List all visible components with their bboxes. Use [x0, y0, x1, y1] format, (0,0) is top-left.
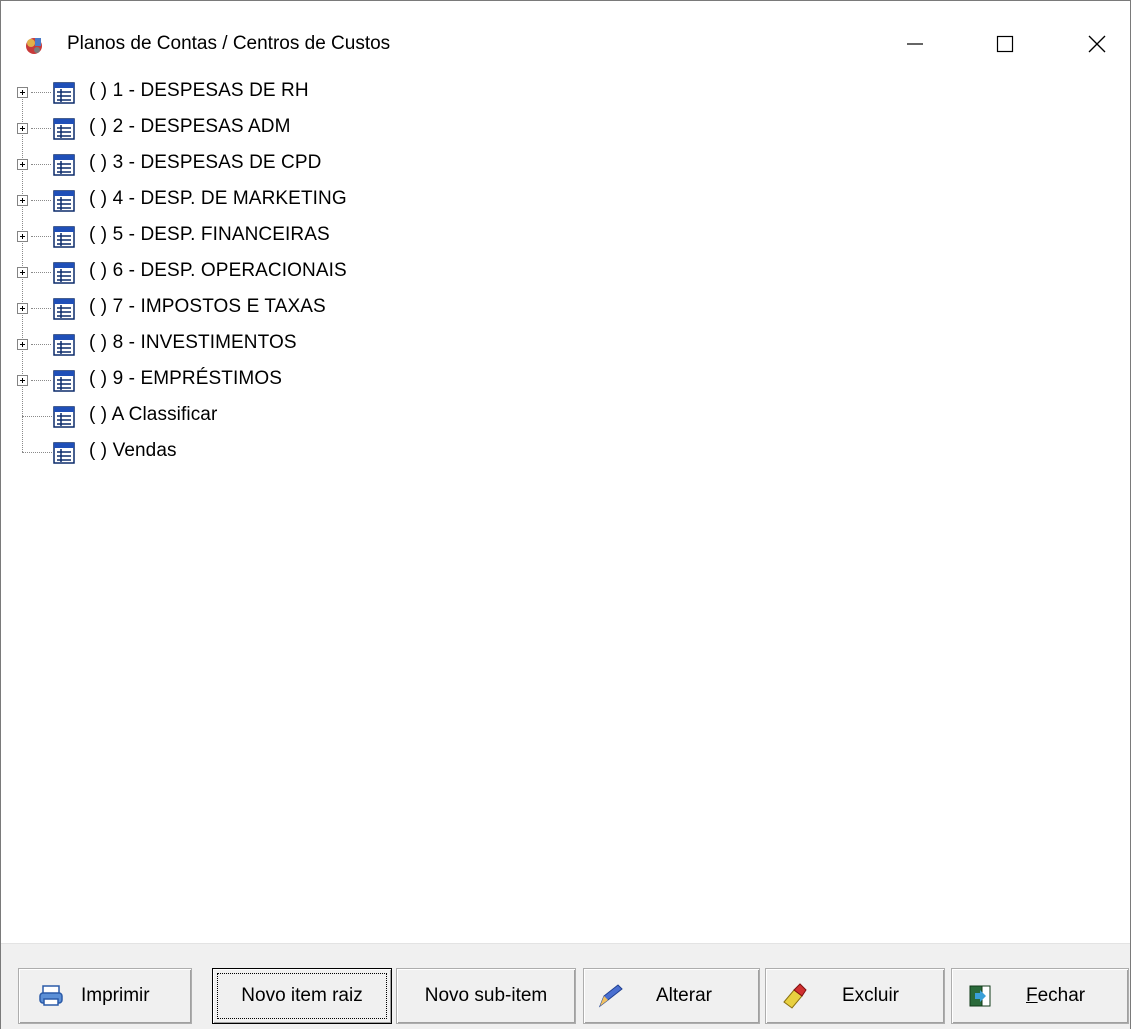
title-bar[interactable]: Planos de Contas / Centros de Custos: [1, 1, 1130, 59]
window-title: Planos de Contas / Centros de Custos: [67, 33, 391, 54]
table-icon: [53, 82, 75, 104]
printer-icon: [39, 985, 63, 1006]
tree-connector: [22, 452, 52, 453]
exit-door-icon: [969, 985, 991, 1007]
tree-item[interactable]: ( ) 8 - INVESTIMENTOS: [1, 327, 601, 363]
tree-item[interactable]: ( ) 9 - EMPRÉSTIMOS: [1, 363, 601, 399]
print-button-label: Imprimir: [81, 985, 150, 1006]
table-icon: [53, 406, 75, 428]
new-sub-item-button[interactable]: Novo sub-item: [396, 968, 576, 1024]
tree-item-label: ( ) A Classificar: [89, 404, 218, 425]
table-icon: [53, 442, 75, 464]
tree-item-label: ( ) 1 - DESPESAS DE RH: [89, 80, 309, 101]
expand-icon[interactable]: [17, 339, 28, 350]
table-icon: [53, 370, 75, 392]
app-icon: [26, 38, 42, 54]
pencil-icon: [598, 984, 623, 1008]
new-sub-item-label: Novo sub-item: [424, 985, 548, 1006]
focus-ring: [217, 973, 387, 1019]
minimize-button[interactable]: [885, 19, 945, 69]
close-icon: [1088, 35, 1106, 53]
tree-item[interactable]: ( ) 4 - DESP. DE MARKETING: [1, 183, 601, 219]
tree-connector: [31, 308, 51, 309]
expand-icon[interactable]: [17, 87, 28, 98]
tree-item[interactable]: ( ) 3 - DESPESAS DE CPD: [1, 147, 601, 183]
tree-connector: [31, 236, 51, 237]
main-window: Planos de Contas / Centros de Custos ( )…: [0, 0, 1131, 1029]
cost-center-tree[interactable]: ( ) 1 - DESPESAS DE RH ( ) 2 - DESPESAS A…: [1, 75, 1130, 943]
tree-item-label: ( ) 5 - DESP. FINANCEIRAS: [89, 224, 330, 245]
tree-item-label: ( ) Vendas: [89, 440, 177, 461]
tree-connector: [31, 272, 51, 273]
expand-icon[interactable]: [17, 303, 28, 314]
table-icon: [53, 298, 75, 320]
close-form-label-rest: echar: [1037, 985, 1086, 1006]
tree-item-label: ( ) 3 - DESPESAS DE CPD: [89, 152, 322, 173]
tree-connector: [31, 92, 51, 93]
tree-connector: [31, 164, 51, 165]
table-icon: [53, 226, 75, 248]
close-form-label: Fechar: [1026, 985, 1085, 1007]
table-icon: [53, 154, 75, 176]
close-form-button[interactable]: Fechar: [951, 968, 1129, 1024]
expand-icon[interactable]: [17, 375, 28, 386]
tree-item[interactable]: ( ) 2 - DESPESAS ADM: [1, 111, 601, 147]
table-icon: [53, 334, 75, 356]
print-button[interactable]: Imprimir: [18, 968, 192, 1024]
tree-item[interactable]: ( ) 7 - IMPOSTOS E TAXAS: [1, 291, 601, 327]
tree-item[interactable]: ( ) 5 - DESP. FINANCEIRAS: [1, 219, 601, 255]
tree-connector: [31, 128, 51, 129]
close-button[interactable]: [1067, 19, 1127, 69]
tree-item-label: ( ) 2 - DESPESAS ADM: [89, 116, 291, 137]
expand-icon[interactable]: [17, 231, 28, 242]
tree-item-label: ( ) 7 - IMPOSTOS E TAXAS: [89, 296, 326, 317]
close-form-mnemonic: F: [1026, 985, 1038, 1006]
tree-item-label: ( ) 6 - DESP. OPERACIONAIS: [89, 260, 347, 281]
table-icon: [53, 262, 75, 284]
table-icon: [53, 190, 75, 212]
tree-connector: [31, 200, 51, 201]
tree-item-label: ( ) 4 - DESP. DE MARKETING: [89, 188, 347, 209]
maximize-icon: [996, 35, 1014, 53]
table-icon: [53, 118, 75, 140]
tree-item[interactable]: ( ) A Classificar: [1, 399, 601, 435]
tree-item-label: ( ) 8 - INVESTIMENTOS: [89, 332, 297, 353]
maximize-button[interactable]: [975, 19, 1035, 69]
minimize-icon: [907, 43, 923, 45]
tree-connector: [31, 380, 51, 381]
tree-item[interactable]: ( ) 6 - DESP. OPERACIONAIS: [1, 255, 601, 291]
new-root-item-button[interactable]: Novo item raiz: [212, 968, 392, 1024]
expand-icon[interactable]: [17, 159, 28, 170]
expand-icon[interactable]: [17, 195, 28, 206]
edit-button-label: Alterar: [656, 985, 712, 1006]
tree-connector: [31, 344, 51, 345]
tree-item[interactable]: ( ) 1 - DESPESAS DE RH: [1, 75, 601, 111]
tree-item[interactable]: ( ) Vendas: [1, 435, 601, 471]
delete-button[interactable]: Excluir: [765, 968, 945, 1024]
tree-item-label: ( ) 9 - EMPRÉSTIMOS: [89, 368, 282, 389]
delete-button-label: Excluir: [842, 985, 900, 1006]
eraser-icon: [783, 983, 807, 1009]
expand-icon[interactable]: [17, 123, 28, 134]
expand-icon[interactable]: [17, 267, 28, 278]
tree-connector: [22, 416, 52, 417]
edit-button[interactable]: Alterar: [583, 968, 760, 1024]
